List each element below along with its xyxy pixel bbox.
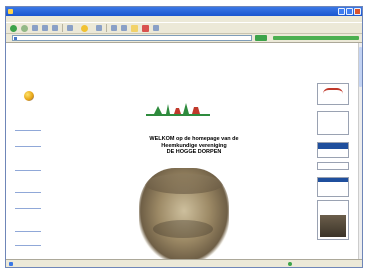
nav-item[interactable] <box>9 129 47 131</box>
site-logo <box>146 103 210 116</box>
history-icon[interactable] <box>96 25 102 31</box>
pot-rim <box>145 174 223 194</box>
mail-icon[interactable] <box>111 25 117 31</box>
back-icon[interactable] <box>10 24 17 32</box>
toolbar-separator <box>106 24 107 32</box>
stop-icon[interactable] <box>32 25 38 31</box>
hot-air-balloon-icon <box>24 91 34 101</box>
banner-3-header <box>318 143 348 149</box>
window-controls <box>338 8 361 15</box>
welcome-heading: WELKOM op de homepage van de Heemkundige… <box>114 136 274 156</box>
go-button[interactable] <box>255 35 267 41</box>
arch-logo-icon <box>323 88 343 94</box>
sponsor-banner-6[interactable] <box>317 200 349 240</box>
welcome-line-3: DE HOGGE DORPEN <box>166 149 222 155</box>
tool-icon[interactable] <box>153 25 159 31</box>
close-button[interactable] <box>354 8 361 15</box>
site-navigation <box>6 43 46 261</box>
browser-app-icon <box>8 9 13 14</box>
minimize-button[interactable] <box>338 8 345 15</box>
sponsor-banner-5[interactable] <box>317 177 349 197</box>
favorites-icon[interactable] <box>81 24 88 32</box>
nav-item[interactable] <box>9 230 47 232</box>
toolbar <box>6 22 362 34</box>
pot-band <box>153 220 213 238</box>
home-icon[interactable] <box>52 25 58 31</box>
page-status-icon <box>9 262 13 266</box>
maximize-button[interactable] <box>346 8 353 15</box>
banner-6-strip <box>323 239 343 240</box>
browser-window: WELKOM op de homepage van de Heemkundige… <box>5 6 363 268</box>
address-input[interactable] <box>12 35 252 41</box>
nav-item[interactable] <box>9 244 47 246</box>
print-icon[interactable] <box>121 25 127 31</box>
scrollbar-thumb[interactable] <box>359 47 362 87</box>
banner-6-photo <box>320 215 346 237</box>
toolbar-addon[interactable] <box>273 36 359 40</box>
status-bar <box>6 259 362 267</box>
nav-item[interactable] <box>9 145 47 147</box>
forward-icon[interactable] <box>21 24 28 32</box>
title-bar <box>6 7 362 16</box>
messenger-icon[interactable] <box>142 24 149 32</box>
refresh-icon[interactable] <box>42 25 48 31</box>
banner-5-header <box>318 178 348 182</box>
search-icon[interactable] <box>67 25 73 31</box>
sponsor-banner-2[interactable] <box>317 111 349 135</box>
address-bar <box>6 34 362 43</box>
pottery-photo <box>139 168 229 263</box>
nav-item[interactable] <box>9 169 47 171</box>
toolbar-separator <box>62 24 63 32</box>
page-icon <box>14 37 17 40</box>
vertical-scrollbar[interactable] <box>358 43 362 261</box>
web-page: WELKOM op de homepage van de Heemkundige… <box>6 43 360 267</box>
sponsor-banner-4[interactable] <box>317 162 349 170</box>
sponsor-banner-1[interactable] <box>317 83 349 105</box>
nav-item[interactable] <box>9 191 47 193</box>
nav-item[interactable] <box>9 207 47 209</box>
sponsor-banner-3[interactable] <box>317 142 349 158</box>
folder-icon[interactable] <box>131 24 138 32</box>
internet-zone-icon <box>288 262 292 266</box>
